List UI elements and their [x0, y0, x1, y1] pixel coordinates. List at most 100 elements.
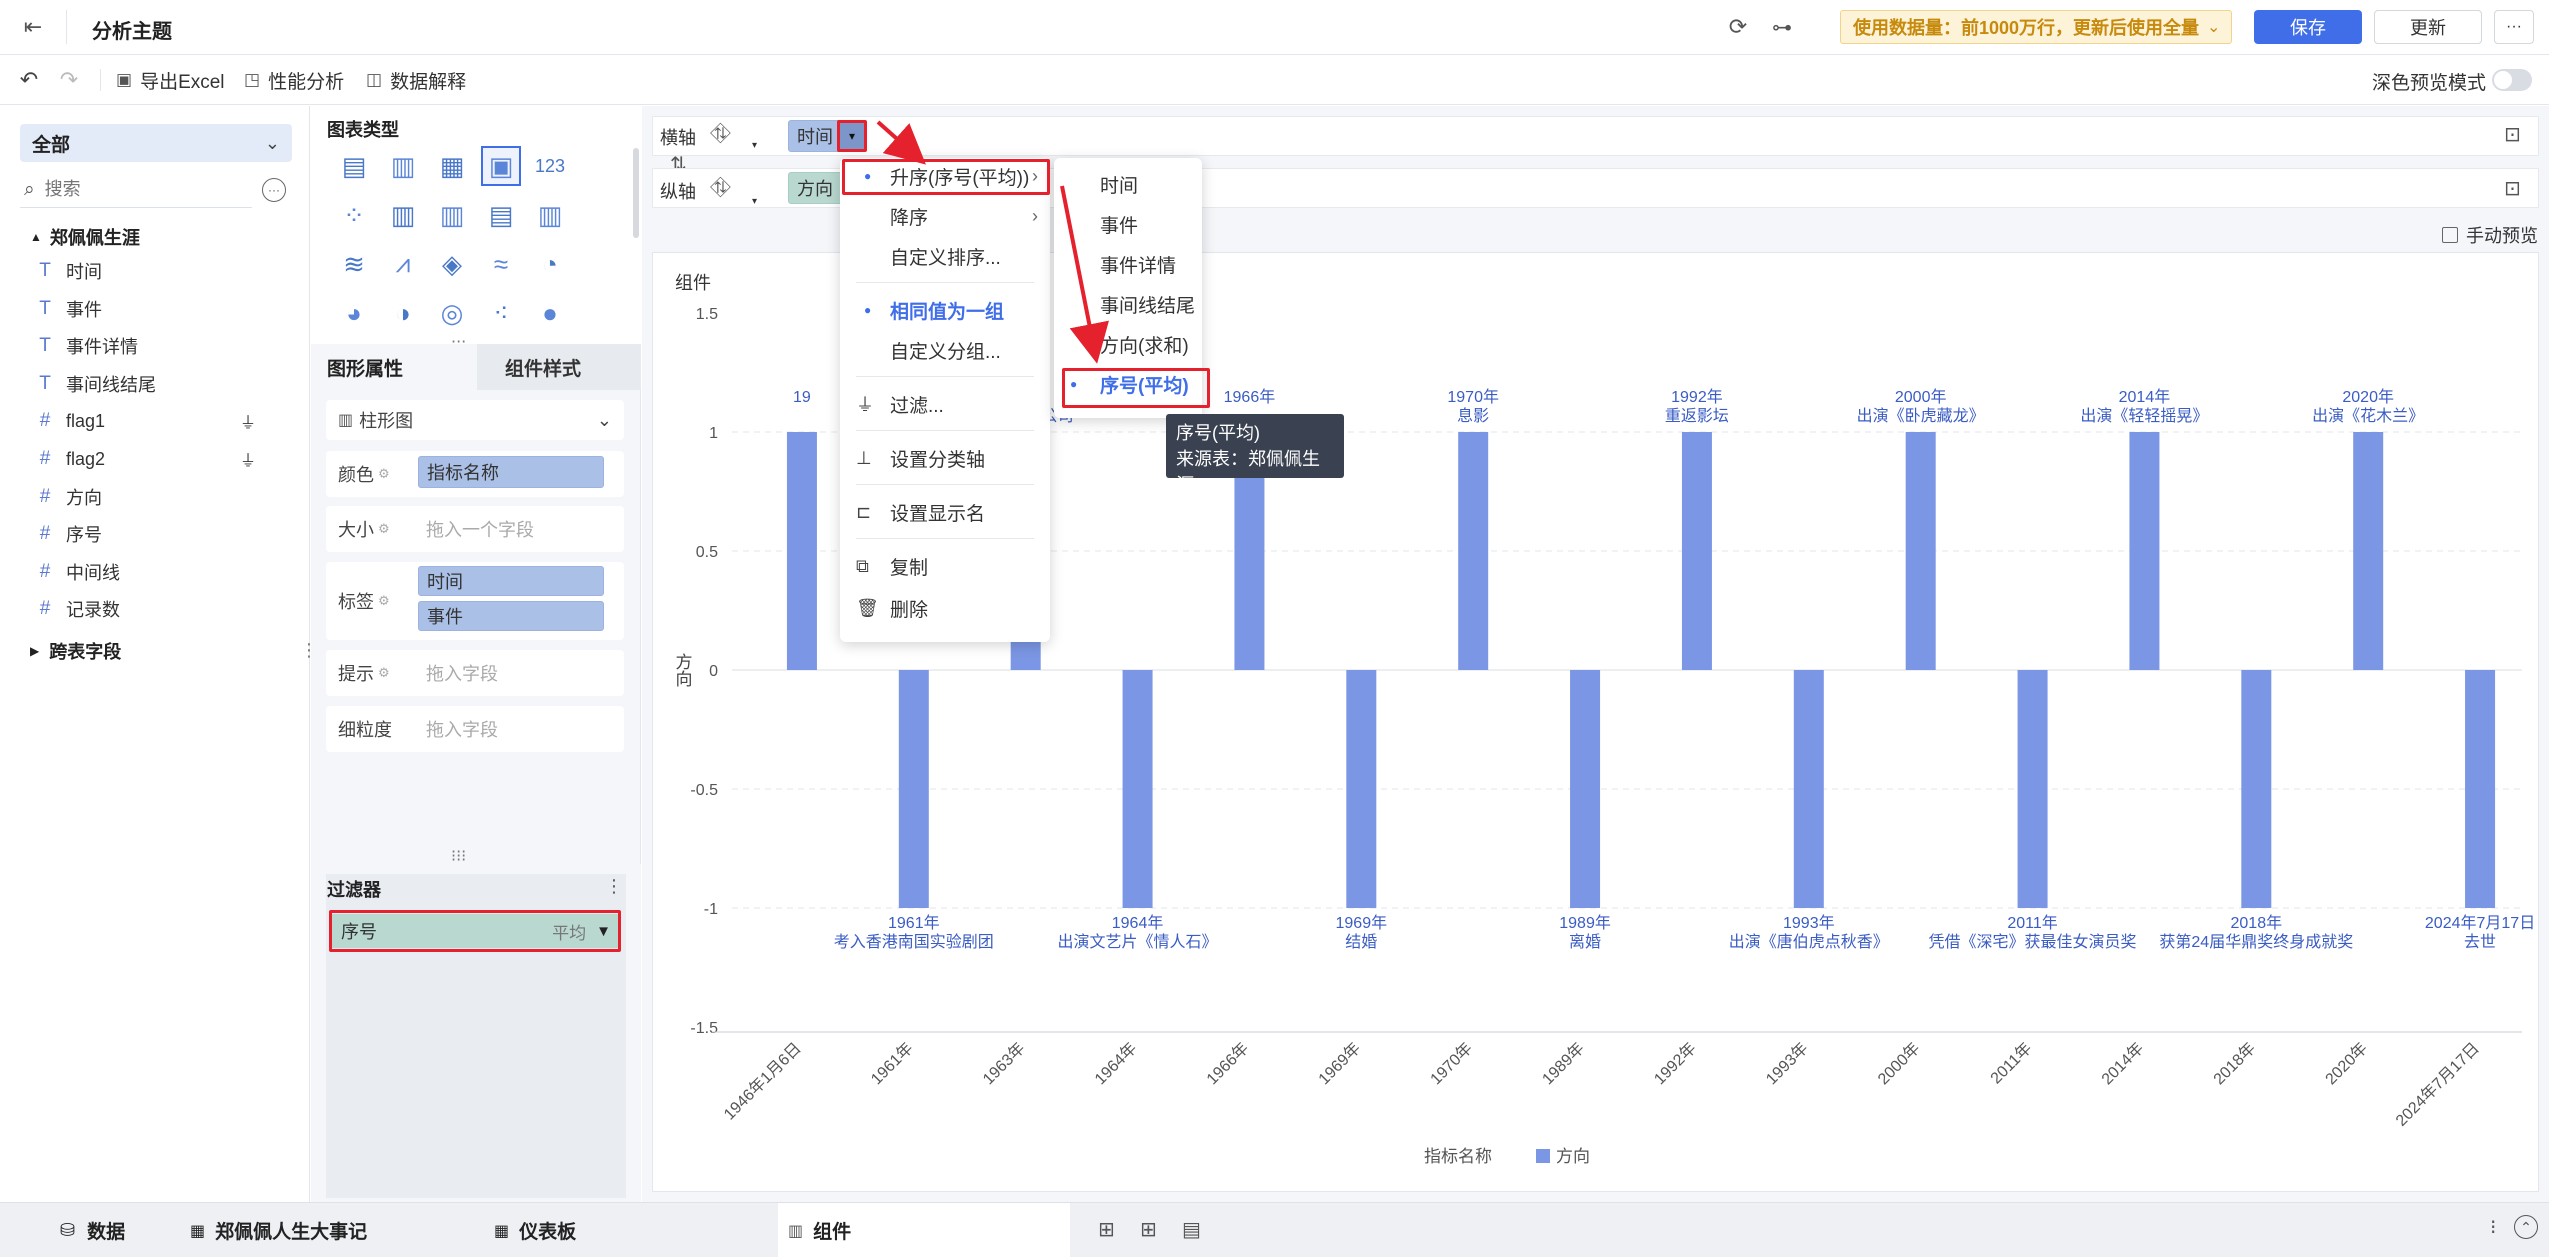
menu-item-filter[interactable]: ⏚ 过滤...: [840, 386, 1050, 422]
menu-item-descending[interactable]: 降序 ›: [840, 198, 1050, 234]
detail-table-icon[interactable]: ▦: [432, 146, 472, 186]
gear-icon[interactable]: ⚙: [378, 521, 390, 537]
y-axis-pill[interactable]: 方向: [788, 172, 848, 204]
bar-up-icon[interactable]: ▥: [432, 195, 472, 235]
add-report-icon[interactable]: ▤: [1182, 1217, 1201, 1242]
scatter-icon[interactable]: ⁖: [481, 293, 521, 333]
gear-icon[interactable]: ⚙: [378, 593, 390, 609]
table-node[interactable]: ▲ 郑佩佩生涯: [30, 224, 140, 250]
save-button[interactable]: 保存: [2254, 10, 2362, 44]
refresh-icon[interactable]: ⟳: [1724, 13, 1752, 41]
field-item[interactable]: # 序号: [36, 519, 102, 549]
undo-icon[interactable]: ↶: [16, 67, 42, 93]
caret-down-icon[interactable]: ▾: [752, 140, 757, 151]
usage-notice[interactable]: 使用数据量：前1000万行，更新后使用全量 ⌄: [1840, 10, 2232, 44]
label-field-pill[interactable]: 事件: [418, 601, 604, 631]
field-item[interactable]: # 记录数: [36, 594, 120, 624]
submenu-item[interactable]: 方向(求和): [1054, 326, 1202, 362]
menu-item-custom-sort[interactable]: 自定义排序...: [840, 238, 1050, 274]
more-button[interactable]: ···: [2494, 10, 2534, 44]
field-item[interactable]: # flag2 ⏚: [36, 444, 256, 474]
add-dashboard-icon[interactable]: ⊞: [1140, 1217, 1157, 1242]
menu-item-custom-group[interactable]: 自定义分组...: [840, 332, 1050, 368]
area-icon[interactable]: ≈: [481, 244, 521, 284]
filter-icon[interactable]: ⏚: [240, 409, 256, 433]
rose-icon[interactable]: ◑: [383, 293, 423, 333]
comparison-icon[interactable]: ▥: [530, 195, 570, 235]
field-item[interactable]: T 事间线结尾: [36, 369, 156, 399]
y-axis-icon[interactable]: ⛗: [710, 172, 731, 204]
field-item[interactable]: # flag1 ⏚: [36, 406, 256, 436]
data-label-event: 考入香港南国实验剧团: [834, 933, 994, 951]
export-excel-button[interactable]: ▣ 导出Excel: [116, 67, 225, 93]
relation-icon[interactable]: ⊶: [1768, 13, 1796, 41]
tab-graph-properties[interactable]: 图形属性: [311, 344, 477, 390]
radar-icon[interactable]: ◈: [432, 244, 472, 284]
submenu-item[interactable]: 事间线结尾: [1054, 286, 1202, 322]
gear-icon[interactable]: ⚙: [378, 665, 390, 681]
gauge-icon[interactable]: ◔: [530, 244, 570, 284]
donut-icon[interactable]: ◎: [432, 293, 472, 333]
menu-item-category-axis[interactable]: ⊥ 设置分类轴: [840, 440, 1050, 476]
data-label-event: 结婚: [1345, 933, 1377, 951]
resize-handle-icon[interactable]: ⁝: [2490, 1215, 2496, 1240]
menu-item-copy[interactable]: ⧉ 复制: [840, 548, 1050, 584]
x-axis-icon[interactable]: ⛗: [710, 118, 731, 150]
perf-analysis-button[interactable]: ◳ 性能分析: [244, 67, 344, 93]
field-item[interactable]: # 方向: [36, 482, 102, 512]
gear-icon[interactable]: ⚙: [378, 466, 390, 482]
tab-component-style[interactable]: 组件样式: [477, 344, 641, 390]
field-item[interactable]: T 时间: [36, 256, 102, 286]
scatter-bar-icon[interactable]: ⁘: [334, 195, 374, 235]
menu-item-delete[interactable]: 🗑 删除: [840, 590, 1050, 626]
submenu-item[interactable]: 事件详情: [1054, 246, 1202, 282]
pie-icon[interactable]: ◕: [334, 293, 374, 333]
line-icon[interactable]: ⩘: [383, 244, 423, 284]
tab-data[interactable]: ⛁ 数据: [60, 1217, 125, 1244]
menu-item-display-name[interactable]: ⊏ 设置显示名: [840, 494, 1050, 530]
update-button[interactable]: 更新: [2374, 10, 2482, 44]
field-search[interactable]: ⌕: [20, 172, 252, 208]
search-input[interactable]: [44, 179, 225, 200]
tip-drop-zone[interactable]: 拖入字段: [426, 660, 498, 686]
tab-dashboard2[interactable]: ▦ 仪表板: [494, 1217, 576, 1244]
data-explain-button[interactable]: ◫ 数据解释: [366, 67, 466, 93]
chart-kind-select[interactable]: ▥ 柱形图 ⌄: [326, 400, 624, 440]
submenu-item[interactable]: 事件: [1054, 206, 1202, 242]
add-component-icon[interactable]: ⊞: [1098, 1217, 1115, 1242]
label-field-pill[interactable]: 时间: [418, 566, 604, 596]
manual-preview-checkbox[interactable]: 手动预览: [2442, 222, 2538, 248]
drag-handle-icon[interactable]: ⁝⁝⁝: [451, 846, 466, 866]
table-icon[interactable]: ▤: [334, 146, 374, 186]
field-item[interactable]: T 事件: [36, 294, 102, 324]
number-icon[interactable]: 123: [530, 146, 570, 186]
wave-icon[interactable]: ≋: [334, 244, 374, 284]
field-item[interactable]: # 中间线: [36, 557, 120, 587]
caret-down-icon[interactable]: ▾: [752, 196, 757, 207]
detail-drop-zone[interactable]: 拖入字段: [426, 716, 498, 742]
more-vertical-icon[interactable]: ⋮: [605, 876, 623, 897]
filter-icon[interactable]: ⏚: [240, 447, 256, 471]
lock-icon[interactable]: ⊡: [2504, 176, 2521, 201]
redo-icon[interactable]: ↷: [56, 67, 82, 93]
grouped-table-icon[interactable]: ▣: [481, 146, 521, 186]
more-options-icon[interactable]: ···: [262, 178, 286, 202]
collapse-up-icon[interactable]: ⌃: [2514, 1215, 2538, 1239]
scope-select[interactable]: 全部 ⌄: [20, 124, 292, 162]
bubble-icon[interactable]: ●: [530, 293, 570, 333]
bar-icon[interactable]: ▥: [383, 195, 423, 235]
menu-item-group-same[interactable]: ● 相同值为一组: [840, 292, 1050, 328]
tab-component[interactable]: ▥ 组件: [778, 1203, 1070, 1258]
scrollbar[interactable]: [633, 148, 639, 238]
exit-icon[interactable]: ⇤: [20, 14, 46, 40]
dark-preview-toggle[interactable]: [2492, 69, 2532, 91]
crosstab-icon[interactable]: ▥: [383, 146, 423, 186]
tab-dashboard1[interactable]: ▦ 郑佩佩人生大事记: [190, 1217, 367, 1244]
cross-table-node[interactable]: ▶ 跨表字段: [30, 638, 121, 664]
stacked-bar-icon[interactable]: ▤: [481, 195, 521, 235]
lock-icon[interactable]: ⊡: [2504, 122, 2521, 147]
color-field-pill[interactable]: 指标名称: [418, 456, 604, 488]
field-item[interactable]: T 事件详情: [36, 331, 138, 361]
submenu-item[interactable]: 时间: [1054, 166, 1202, 202]
size-drop-zone[interactable]: 拖入一个字段: [426, 516, 534, 542]
